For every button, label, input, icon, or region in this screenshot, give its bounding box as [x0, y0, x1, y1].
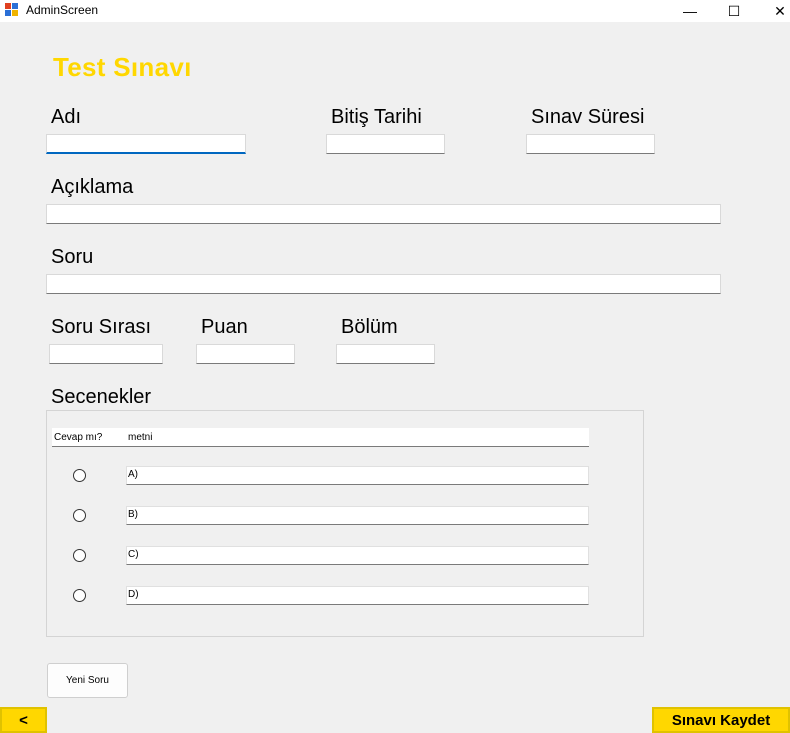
option-c-input[interactable]: C) [126, 546, 589, 565]
app-icon [5, 3, 19, 17]
duration-input[interactable] [526, 134, 655, 154]
points-input[interactable] [196, 344, 295, 364]
question-label: Soru [51, 246, 94, 268]
minimize-button[interactable]: — [667, 0, 713, 22]
question-input[interactable] [46, 274, 721, 294]
close-button[interactable]: ✕ [757, 0, 790, 22]
options-header: Cevap mı? metni [52, 428, 589, 447]
points-label: Puan [201, 316, 248, 338]
is-answer-header: Cevap mı? [54, 432, 103, 443]
option-d-radio[interactable] [73, 589, 86, 602]
question-order-input[interactable] [49, 344, 163, 364]
new-question-button[interactable]: Yeni Soru [47, 663, 128, 698]
option-a-input[interactable]: A) [126, 466, 589, 485]
end-date-input[interactable] [326, 134, 445, 154]
option-a-radio[interactable] [73, 469, 86, 482]
name-input[interactable] [46, 134, 246, 154]
name-label: Adı [51, 106, 82, 128]
description-input[interactable] [46, 204, 721, 224]
maximize-button[interactable]: ☐ [711, 0, 757, 22]
description-label: Açıklama [51, 176, 134, 198]
option-b-radio[interactable] [73, 509, 86, 522]
options-label: Secenekler [51, 386, 152, 408]
save-exam-button[interactable]: Sınavı Kaydet [652, 707, 790, 733]
window-title: AdminScreen [26, 3, 99, 17]
section-label: Bölüm [341, 316, 398, 338]
title-bar: AdminScreen — ☐ ✕ [0, 0, 790, 22]
option-d-input[interactable]: D) [126, 586, 589, 605]
back-button[interactable]: < [0, 707, 47, 733]
section-input[interactable] [336, 344, 435, 364]
option-b-input[interactable]: B) [126, 506, 589, 525]
option-c-radio[interactable] [73, 549, 86, 562]
question-order-label: Soru Sırası [51, 316, 152, 338]
end-date-label: Bitiş Tarihi [331, 106, 422, 128]
duration-label: Sınav Süresi [531, 106, 645, 128]
page-title: Test Sınavı [53, 52, 192, 82]
text-header: metni [128, 432, 153, 443]
